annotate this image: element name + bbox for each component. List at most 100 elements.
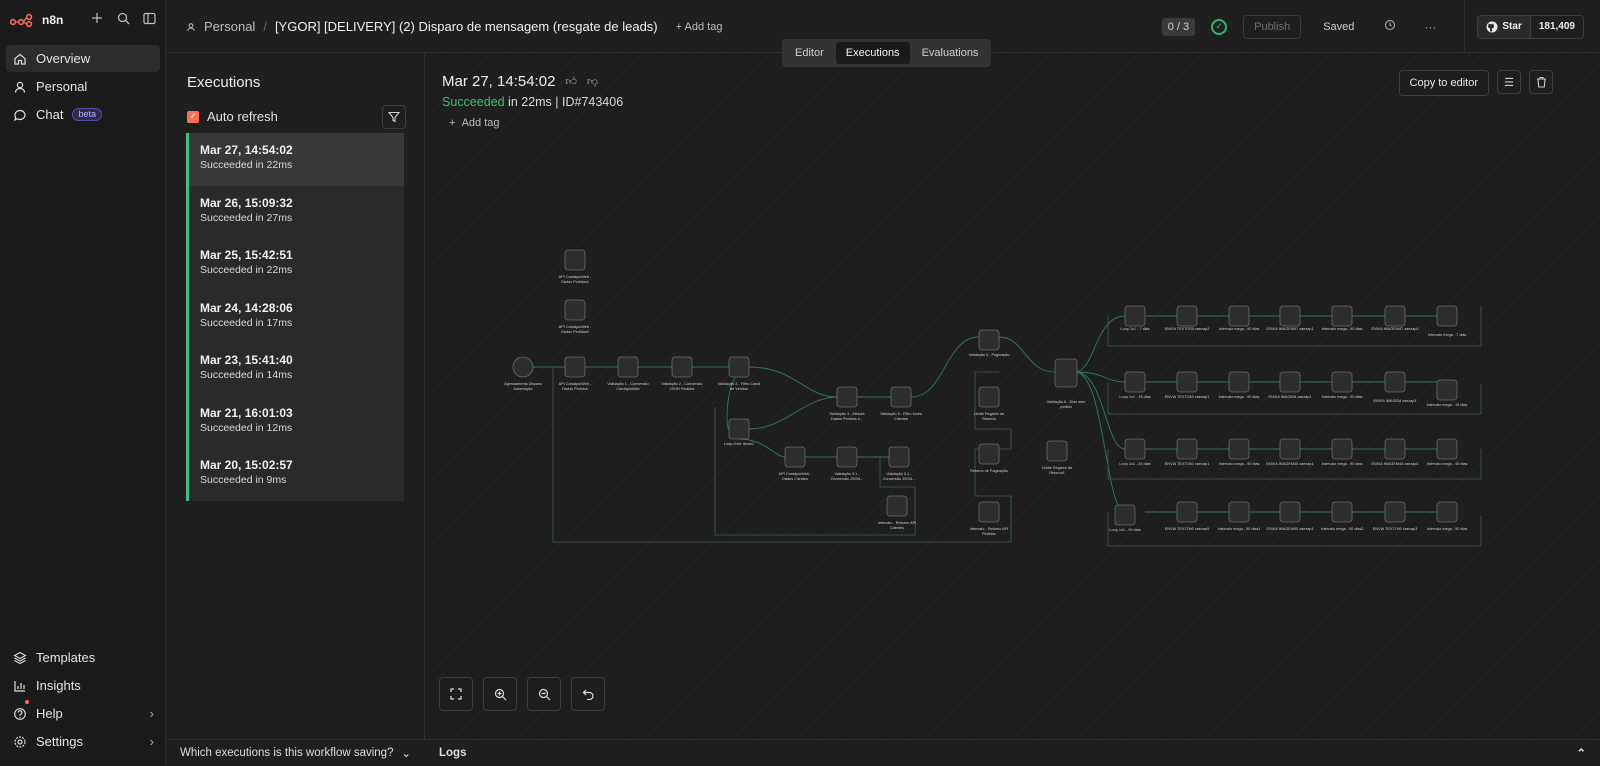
search-icon[interactable] xyxy=(115,10,131,26)
sidebar-item-personal[interactable]: Personal xyxy=(6,73,160,100)
svg-text:Validação 3.1 -: Validação 3.1 - xyxy=(834,472,860,476)
chart-icon xyxy=(14,680,25,692)
svg-text:Limite Registro de: Limite Registro de xyxy=(974,412,1005,416)
svg-text:Intervalo mega - 90 dias: Intervalo mega - 90 dias xyxy=(1322,395,1363,399)
svg-text:Dados Pedidos e...: Dados Pedidos e... xyxy=(831,417,863,421)
svg-text:Validação 5 - Filtro fones: Validação 5 - Filtro fones xyxy=(880,412,922,416)
chevron-up-icon[interactable]: ⌃ xyxy=(1576,746,1586,760)
svg-text:API CardápioWeb -: API CardápioWeb - xyxy=(559,275,592,279)
svg-text:API CardápioWeb -: API CardápioWeb - xyxy=(559,382,592,386)
svg-text:Validação 6 - Dias sem: Validação 6 - Dias sem xyxy=(1047,400,1086,404)
reset-zoom-button[interactable] xyxy=(571,677,605,711)
workflow-title[interactable]: [YGOR] [DELIVERY] (2) Disparo de mensage… xyxy=(275,19,658,34)
sidebar-item-label: Chat xyxy=(36,107,64,122)
svg-text:Dados Pedidos2: Dados Pedidos2 xyxy=(561,330,589,334)
svg-text:Intervalo mega - 90 dias: Intervalo mega - 90 dias xyxy=(1219,462,1260,466)
github-star-button[interactable]: Star 181,409 xyxy=(1477,14,1584,39)
sidebar-item-settings[interactable]: Settings › xyxy=(6,728,160,755)
logs-bar[interactable]: Logs ⌃ xyxy=(425,739,1600,766)
executions-list: Mar 27, 14:54:02 Succeeded in 22ms Mar 2… xyxy=(186,133,404,501)
svg-text:ENVIA IMAGEM47 zaezap1: ENVIA IMAGEM47 zaezap1 xyxy=(1371,327,1418,331)
tab-editor[interactable]: Editor xyxy=(785,42,834,64)
sidebar-item-label: Personal xyxy=(36,79,88,94)
svg-text:Validação 1 - Conversão: Validação 1 - Conversão xyxy=(607,382,648,386)
view-tabs: Editor Executions Evaluations xyxy=(782,39,992,67)
brand-name: n8n xyxy=(42,13,64,27)
chevron-right-icon: › xyxy=(149,706,154,721)
execution-status: Succeeded in 27ms xyxy=(200,211,293,224)
svg-text:Retorno1: Retorno1 xyxy=(1049,471,1065,475)
github-star-label: Star xyxy=(1502,21,1522,32)
svg-text:Clientes: Clientes xyxy=(890,526,904,530)
svg-text:Intervalo mega - 15 dias: Intervalo mega - 15 dias xyxy=(1427,403,1468,407)
execution-item[interactable]: Mar 27, 14:54:02 Succeeded in 22ms xyxy=(186,133,404,186)
sidebar-item-chat[interactable]: Chat beta xyxy=(6,101,160,128)
chat-icon xyxy=(14,109,26,121)
execution-date: Mar 20, 15:02:57 xyxy=(200,458,293,472)
svg-text:Validação 4 - Mescla: Validação 4 - Mescla xyxy=(830,412,866,416)
svg-text:Validação 3.1 -: Validação 3.1 - xyxy=(886,472,912,476)
svg-text:Retorno: Retorno xyxy=(982,417,996,421)
svg-text:Agendamento Disparo: Agendamento Disparo xyxy=(504,382,542,386)
github-star: Star xyxy=(1478,15,1530,38)
zoom-in-button[interactable] xyxy=(483,677,517,711)
workflow-nodes: API CardápioWeb -Dados Pedidos1 API Card… xyxy=(504,249,1468,536)
svg-text:Automação: Automação xyxy=(513,387,532,391)
filter-button[interactable] xyxy=(382,105,406,129)
svg-text:Validação 3 - Filtro Canal: Validação 3 - Filtro Canal xyxy=(718,382,761,386)
sidebar-item-templates[interactable]: Templates xyxy=(6,644,160,671)
sidebar-item-help[interactable]: Help › xyxy=(6,700,160,727)
history-icon[interactable] xyxy=(1384,19,1396,34)
chevron-down-icon: ⌄ xyxy=(401,748,411,760)
execution-date: Mar 21, 16:01:03 xyxy=(200,405,293,420)
svg-text:Intervalo mega - 90 dias1: Intervalo mega - 90 dias1 xyxy=(1218,527,1261,531)
executions-saving-info[interactable]: Which executions is this workflow saving… xyxy=(166,739,425,766)
more-options-icon[interactable]: ··· xyxy=(1424,20,1436,34)
check-circle-icon[interactable]: ✓ xyxy=(1211,18,1228,35)
svg-text:Dados Pedidos1: Dados Pedidos1 xyxy=(561,280,589,284)
svg-text:Intervalo mega - 45 dias: Intervalo mega - 45 dias xyxy=(1427,462,1468,466)
publish-button[interactable]: Publish xyxy=(1243,14,1302,39)
svg-text:CardápioWeb: CardápioWeb xyxy=(616,387,639,391)
execution-date: Mar 23, 15:41:40 xyxy=(200,353,293,367)
svg-text:Retorno de Paginação: Retorno de Paginação xyxy=(970,469,1008,473)
execution-item[interactable]: Mar 26, 15:09:32 Succeeded in 27ms xyxy=(186,185,404,238)
svg-text:Loop 1x1 - 90 dias: Loop 1x1 - 90 dias xyxy=(1109,528,1140,532)
svg-text:Conversão JSON...: Conversão JSON... xyxy=(883,477,916,481)
execution-item[interactable]: Mar 25, 15:42:51 Succeeded in 22ms xyxy=(186,238,404,291)
workflow-canvas[interactable]: Mar 27, 14:54:02 👍︎ 👎︎ Succeeded in 22ms… xyxy=(425,54,1600,739)
execution-item[interactable]: Mar 23, 15:41:40 Succeeded in 14ms xyxy=(186,343,404,396)
auto-refresh-checkbox[interactable]: ✓ xyxy=(187,110,199,123)
auto-refresh-toggle[interactable]: ✓ Auto refresh xyxy=(187,109,278,124)
user-icon xyxy=(14,81,26,93)
sidebar-item-label: Help xyxy=(36,706,63,721)
execution-status: Succeeded in 17ms xyxy=(200,316,293,329)
active-counter[interactable]: 0 / 3 xyxy=(1161,17,1196,36)
fit-view-button[interactable] xyxy=(439,677,473,711)
app-root: n8n Overview Personal Chat beta Template… xyxy=(0,0,1600,766)
svg-text:ENVIA TEXTO40 zaezap1: ENVIA TEXTO40 zaezap1 xyxy=(1165,462,1209,466)
svg-text:Intervalo mega - 90 dias: Intervalo mega - 90 dias xyxy=(1322,327,1363,331)
collapse-sidebar-icon[interactable] xyxy=(141,10,157,26)
execution-item[interactable]: Mar 20, 15:02:57 Succeeded in 9ms xyxy=(186,448,404,501)
tab-evaluations[interactable]: Evaluations xyxy=(912,42,989,64)
svg-text:Loop Over Items1: Loop Over Items1 xyxy=(724,442,754,446)
execution-item[interactable]: Mar 21, 16:01:03 Succeeded in 12ms xyxy=(186,395,404,448)
svg-text:Intervalo mega - 90 dias2: Intervalo mega - 90 dias2 xyxy=(1321,527,1364,531)
execution-item[interactable]: Mar 24, 14:28:06 Succeeded in 17ms xyxy=(186,290,404,343)
sidebar-item-overview[interactable]: Overview xyxy=(6,45,160,72)
svg-text:Pedidos: Pedidos xyxy=(982,532,996,536)
svg-text:Intervalo mega - 90 dias: Intervalo mega - 90 dias xyxy=(1219,395,1260,399)
execution-status: Succeeded in 9ms xyxy=(200,474,287,486)
breadcrumb-project[interactable]: Personal xyxy=(204,19,255,34)
sidebar-item-label: Templates xyxy=(36,650,96,665)
brand[interactable]: n8n xyxy=(10,11,63,29)
sidebar-item-insights[interactable]: Insights xyxy=(6,672,160,699)
executions-panel: Executions ✓ Auto refresh Mar 27, 14:54:… xyxy=(166,54,425,760)
plus-icon[interactable] xyxy=(89,10,105,26)
execution-status: Succeeded in 22ms xyxy=(200,264,293,276)
zoom-out-button[interactable] xyxy=(527,677,561,711)
svg-text:Validação 5 - Paginação: Validação 5 - Paginação xyxy=(969,353,1010,357)
add-tag-button[interactable]: + Add tag xyxy=(676,21,723,33)
tab-executions[interactable]: Executions xyxy=(835,42,910,64)
